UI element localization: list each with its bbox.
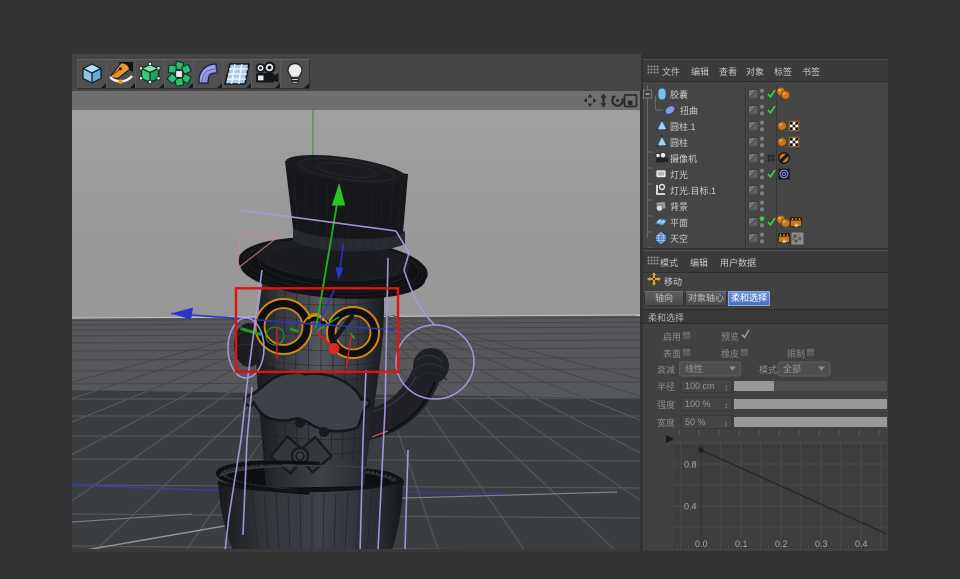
svg-text:↕: ↕ [724, 401, 728, 410]
svg-text:↕: ↕ [724, 383, 728, 392]
svg-text:50 %: 50 % [685, 417, 706, 427]
svg-text:100 cm: 100 cm [685, 381, 715, 391]
svg-text:0.2: 0.2 [775, 539, 788, 549]
svg-text:0.1: 0.1 [735, 539, 748, 549]
svg-text:0.3: 0.3 [815, 539, 828, 549]
svg-text:↕: ↕ [724, 419, 728, 428]
svg-text:0.0: 0.0 [695, 539, 708, 549]
svg-text:100 %: 100 % [685, 399, 711, 409]
svg-text:0.8: 0.8 [684, 460, 697, 470]
svg-text:全部: 全部 [783, 363, 801, 374]
svg-text:0.4: 0.4 [684, 502, 697, 512]
svg-text:线性: 线性 [685, 363, 703, 374]
svg-text:0.4: 0.4 [855, 539, 868, 549]
